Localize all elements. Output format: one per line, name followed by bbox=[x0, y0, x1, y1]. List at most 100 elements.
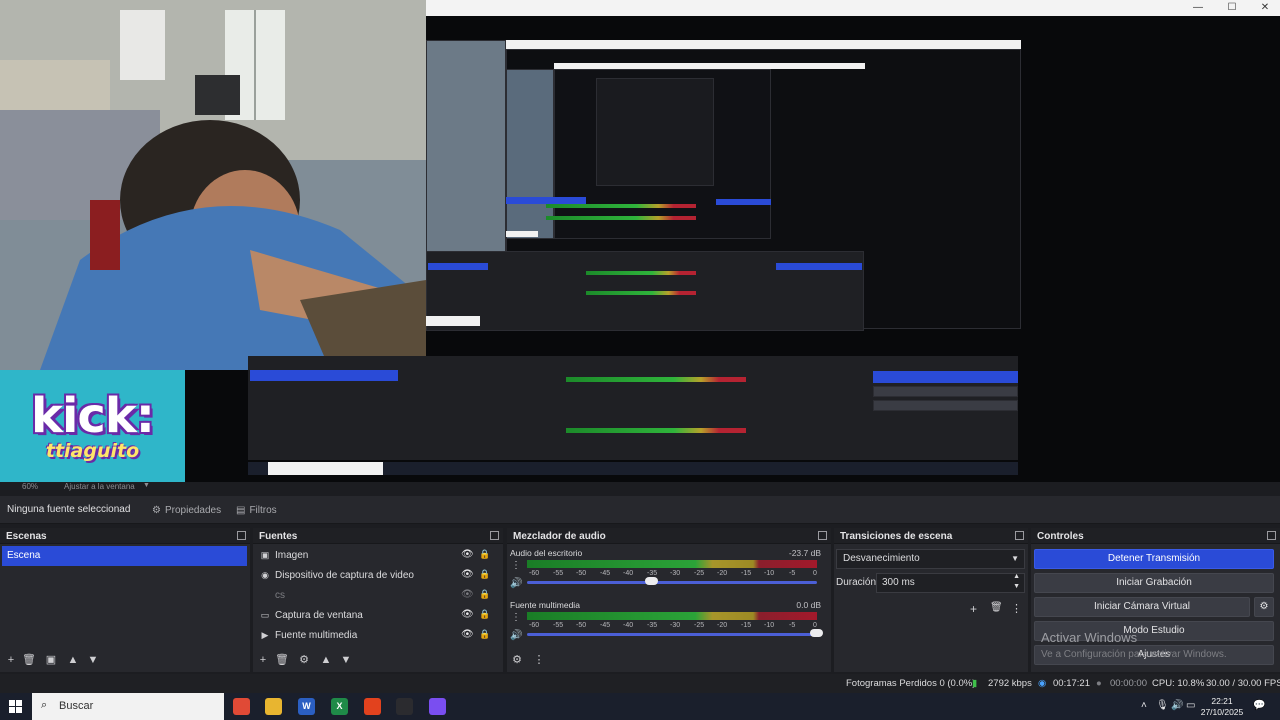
chrome-icon[interactable] bbox=[233, 698, 250, 715]
eye-icon[interactable]: 👁 bbox=[461, 569, 474, 580]
kebab-menu-icon[interactable]: ⋮ bbox=[511, 560, 521, 571]
microphone-icon[interactable]: 🎙 bbox=[1156, 700, 1169, 711]
tick-label: -55 bbox=[553, 570, 564, 577]
mixer-channel: Audio del escritorio -23.7 dB ⋮ -60 -55 … bbox=[507, 548, 825, 598]
tick-label: -45 bbox=[600, 570, 611, 577]
move-down-icon[interactable]: ▼ bbox=[339, 652, 353, 668]
start-recording-button[interactable]: Iniciar Grabación bbox=[1034, 573, 1274, 593]
eye-icon[interactable]: 👁 bbox=[461, 549, 474, 560]
taskbar-search[interactable]: ⌕ Buscar bbox=[32, 693, 224, 720]
undock-icon[interactable] bbox=[1015, 531, 1024, 540]
undock-icon[interactable] bbox=[818, 531, 827, 540]
chevron-down-icon[interactable]: ▼ bbox=[143, 482, 150, 489]
scene-item[interactable]: Escena bbox=[2, 546, 247, 566]
kebab-menu-icon[interactable]: ⋮ bbox=[1011, 602, 1022, 615]
close-icon[interactable]: ✕ bbox=[1250, 0, 1280, 16]
duration-spinbox[interactable]: 300 ms ▲ ▼ bbox=[876, 573, 1025, 593]
properties-button[interactable]: ⚙ Propiedades bbox=[152, 502, 221, 518]
trash-icon[interactable]: 🗑 bbox=[275, 652, 289, 668]
zoom-percent[interactable]: 60% bbox=[22, 482, 38, 491]
add-icon[interactable]: + bbox=[970, 602, 977, 616]
speaker-icon[interactable]: 🔊 bbox=[510, 630, 522, 641]
clock-date: 27/10/2025 bbox=[1200, 707, 1244, 717]
cpu-usage: CPU: 10.8% bbox=[1152, 678, 1205, 689]
stop-streaming-button[interactable]: Detener Transmisión bbox=[1034, 549, 1274, 569]
word-icon[interactable]: W bbox=[298, 698, 315, 715]
gear-icon[interactable]: ⚙ bbox=[1254, 597, 1274, 617]
messenger-icon[interactable] bbox=[429, 698, 446, 715]
add-icon[interactable]: + bbox=[256, 652, 270, 668]
gear-icon[interactable]: ⚙ bbox=[510, 652, 524, 668]
channel-db: -23.7 dB bbox=[788, 548, 821, 558]
inner-webcam-2 bbox=[506, 69, 554, 239]
mirror-stop-button bbox=[873, 371, 1018, 383]
undock-icon[interactable] bbox=[237, 531, 246, 540]
captured-window-titlebar: — ☐ ✕ bbox=[426, 0, 1280, 16]
obs-icon[interactable] bbox=[396, 698, 413, 715]
tick-label: -5 bbox=[789, 622, 796, 629]
lock-icon[interactable]: 🔒 bbox=[479, 629, 490, 640]
move-up-icon[interactable]: ▲ bbox=[66, 652, 80, 668]
source-row[interactable]: ◉ Dispositivo de captura de video 👁 🔒 bbox=[255, 565, 501, 585]
network-icon[interactable]: ▭ bbox=[1186, 700, 1195, 711]
obs-preview[interactable]: kick: ttiaguito — ☐ ✕ bbox=[0, 0, 1280, 482]
undock-icon[interactable] bbox=[1267, 531, 1276, 540]
volume-slider-track[interactable] bbox=[527, 633, 817, 636]
volume-meter bbox=[527, 560, 817, 568]
minimize-icon[interactable]: — bbox=[1183, 0, 1213, 16]
source-row[interactable]: ▭ Captura de ventana 👁 🔒 bbox=[255, 605, 501, 625]
tick-label: -40 bbox=[623, 622, 634, 629]
eye-hidden-icon[interactable]: 👁 bbox=[461, 589, 474, 600]
eye-icon[interactable]: 👁 bbox=[461, 629, 474, 640]
kebab-menu-icon[interactable]: ⋮ bbox=[511, 612, 521, 623]
volume-slider-knob[interactable] bbox=[810, 629, 823, 637]
kebab-menu-icon[interactable]: ⋮ bbox=[532, 652, 546, 668]
notification-icon[interactable]: 💬 bbox=[1253, 700, 1265, 711]
tick-label: 0 bbox=[813, 570, 817, 577]
inner-control-bar bbox=[716, 199, 771, 205]
file-explorer-icon[interactable] bbox=[265, 698, 282, 715]
lock-icon[interactable]: 🔒 bbox=[479, 609, 490, 620]
fit-to-window[interactable]: Ajustar a la ventana bbox=[64, 482, 135, 491]
gear-icon: ⚙ bbox=[152, 504, 161, 516]
tick-label: -15 bbox=[741, 570, 752, 577]
volume-icon[interactable]: 🔊 bbox=[1171, 700, 1183, 711]
filters-label: Filtros bbox=[249, 504, 277, 516]
lock-icon[interactable]: 🔒 bbox=[479, 549, 490, 560]
taskbar-clock[interactable]: 22:21 27/10/2025 bbox=[1196, 696, 1248, 718]
inner-scene-selected bbox=[428, 263, 488, 270]
move-down-icon[interactable]: ▼ bbox=[86, 652, 100, 668]
tick-label: -55 bbox=[553, 622, 564, 629]
eye-icon[interactable]: 👁 bbox=[461, 609, 474, 620]
add-icon[interactable]: + bbox=[4, 652, 18, 668]
windows-taskbar: ⌕ Buscar W X ˄ 🎙 🔊 ▭ 22:21 27/10/2025 💬 bbox=[0, 693, 1280, 720]
excel-icon[interactable]: X bbox=[331, 698, 348, 715]
source-row[interactable]: ▣ Imagen 👁 🔒 bbox=[255, 545, 501, 565]
lock-icon[interactable]: 🔒 bbox=[479, 569, 490, 580]
trash-icon[interactable]: 🗑 bbox=[990, 602, 1003, 613]
brave-icon[interactable] bbox=[364, 698, 381, 715]
volume-slider-track[interactable] bbox=[527, 581, 817, 584]
spinner-arrows-icon[interactable]: ▲ ▼ bbox=[1013, 572, 1020, 592]
undock-icon[interactable] bbox=[490, 531, 499, 540]
maximize-icon[interactable]: ☐ bbox=[1217, 0, 1247, 16]
mirror-search bbox=[268, 462, 383, 475]
source-row[interactable]: cs 👁 🔒 bbox=[255, 585, 501, 605]
chevron-up-icon[interactable]: ˄ bbox=[1141, 700, 1147, 711]
start-virtual-camera-button[interactable]: Iniciar Cámara Virtual bbox=[1034, 597, 1250, 617]
trash-icon[interactable]: 🗑 bbox=[22, 652, 36, 668]
filter-icon: ▤ bbox=[236, 504, 246, 516]
move-up-icon[interactable]: ▲ bbox=[319, 652, 333, 668]
lock-icon[interactable]: 🔒 bbox=[479, 589, 490, 600]
windows-start-icon[interactable] bbox=[9, 700, 22, 713]
mirror-meter-2 bbox=[566, 428, 746, 433]
source-row[interactable]: ▶ Fuente multimedia 👁 🔒 bbox=[255, 625, 501, 645]
filter-icon[interactable]: ▣ bbox=[44, 652, 58, 668]
speaker-icon[interactable]: 🔊 bbox=[510, 578, 522, 589]
transition-select[interactable]: Desvanecimiento ▼ bbox=[836, 549, 1025, 569]
volume-slider-knob[interactable] bbox=[644, 577, 658, 585]
filters-button[interactable]: ▤ Filtros bbox=[236, 502, 277, 518]
sources-header: Fuentes bbox=[253, 528, 503, 544]
tick-label: -15 bbox=[741, 622, 752, 629]
gear-icon[interactable]: ⚙ bbox=[297, 652, 311, 668]
